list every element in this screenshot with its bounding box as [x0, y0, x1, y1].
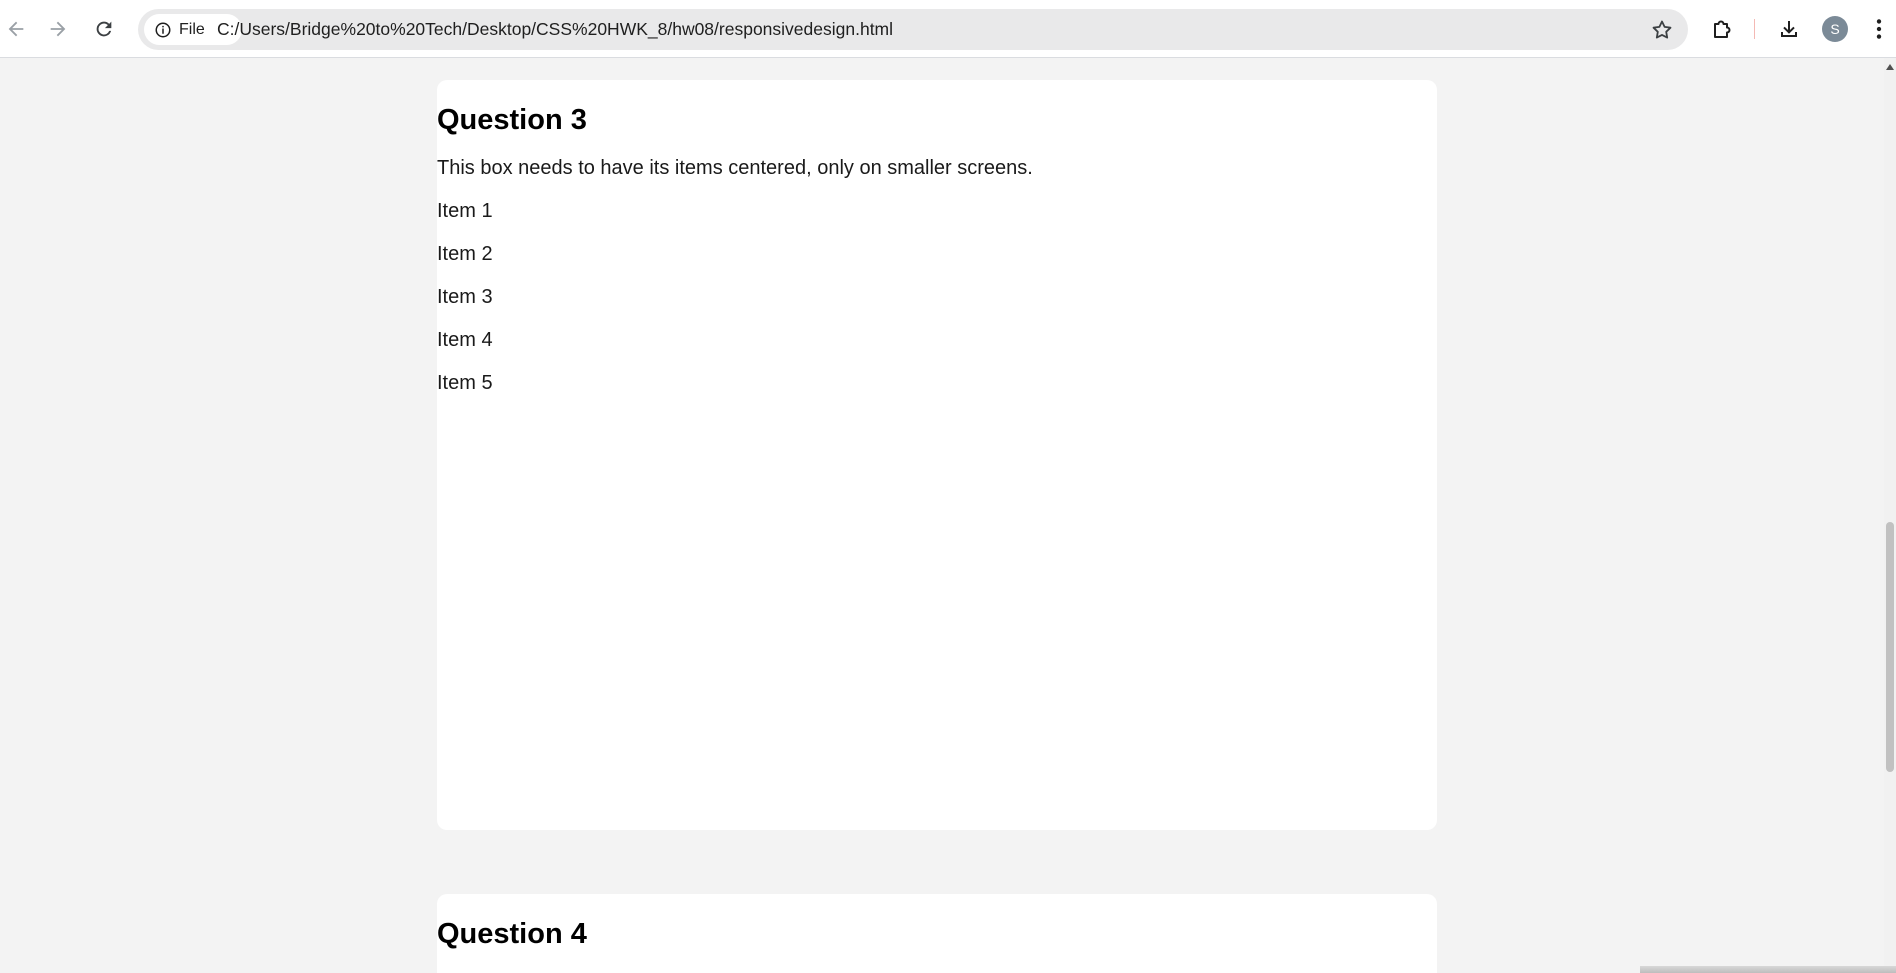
vertical-scrollbar[interactable]	[1884, 58, 1896, 973]
reload-button[interactable]	[84, 9, 124, 49]
list-item: Item 5	[437, 372, 493, 394]
download-icon	[1781, 21, 1797, 37]
list-item: Item 3	[437, 286, 493, 308]
star-icon[interactable]	[1650, 18, 1674, 42]
browser-toolbar: File C:/Users/Bridge%20to%20Tech/Desktop…	[0, 0, 1896, 58]
scroll-up-arrow-icon[interactable]	[1886, 64, 1894, 70]
list-item: Item 4	[437, 329, 493, 351]
arrow-left-icon	[8, 21, 24, 37]
profile-avatar[interactable]: S	[1822, 16, 1848, 42]
question-4-card: Question 4	[437, 894, 1437, 973]
arrow-right-icon	[50, 21, 66, 37]
page-viewport: Question 3 This box needs to have its it…	[0, 58, 1884, 973]
question-3-title: Question 3	[437, 104, 587, 136]
site-info-label: File	[179, 20, 205, 38]
question-3-description: This box needs to have its items centere…	[437, 157, 1033, 179]
kebab-menu-icon[interactable]	[1866, 16, 1892, 42]
window-edge-shadow	[1640, 966, 1896, 973]
puzzle-icon	[1714, 20, 1731, 38]
question-4-title: Question 4	[437, 918, 587, 950]
list-item: Item 1	[437, 200, 493, 222]
info-icon	[155, 22, 171, 37]
toolbar-divider	[1754, 19, 1755, 39]
question-3-card: Question 3 This box needs to have its it…	[437, 80, 1437, 830]
scrollbar-thumb[interactable]	[1886, 522, 1894, 772]
forward-button[interactable]	[38, 9, 78, 49]
list-item: Item 2	[437, 243, 493, 265]
downloads-button[interactable]	[1774, 14, 1804, 44]
reload-icon	[96, 21, 112, 37]
address-bar[interactable]: File C:/Users/Bridge%20to%20Tech/Desktop…	[138, 9, 1688, 50]
url-text[interactable]: C:/Users/Bridge%20to%20Tech/Desktop/CSS%…	[217, 9, 893, 50]
back-button[interactable]	[0, 9, 36, 49]
extensions-button[interactable]	[1707, 14, 1737, 44]
item-list: Item 1 Item 2 Item 3 Item 4 Item 5	[437, 199, 1437, 414]
